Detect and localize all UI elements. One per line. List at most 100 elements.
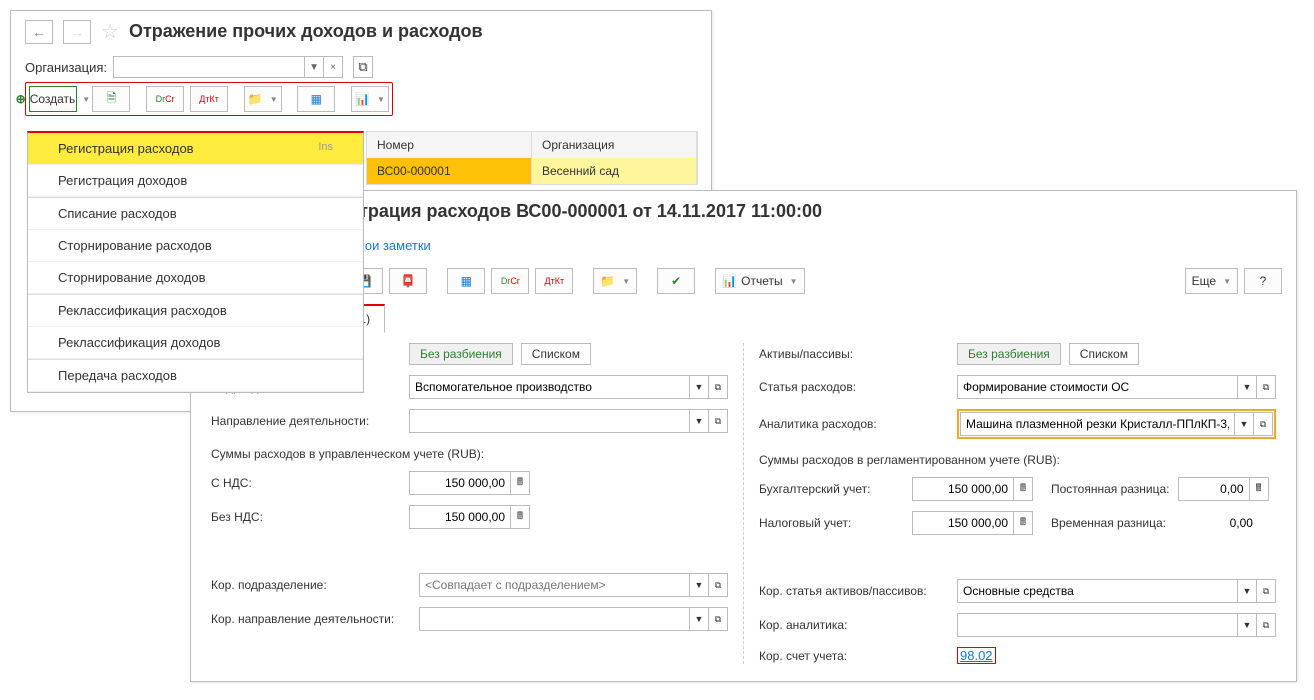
dropdown-button[interactable]: ▼ <box>1238 613 1257 637</box>
drcr-icon: DrCr <box>156 94 175 104</box>
dtkt2-button[interactable]: ДтКт <box>190 86 228 112</box>
dropdown-button[interactable]: ▼ <box>1238 375 1257 399</box>
basedon-button[interactable]: 📁▼ <box>593 268 637 294</box>
chart-icon: 📊 <box>355 92 370 106</box>
folder-icon: 📁 <box>248 92 263 106</box>
pdiff-label: Постоянная разница: <box>1051 482 1170 496</box>
open-button[interactable]: ⧉ <box>1254 412 1273 436</box>
open-button[interactable]: ⧉ <box>709 573 728 597</box>
table-row[interactable]: ВС00-000001 Весенний сад <box>367 158 697 184</box>
nav-forward-button[interactable]: → <box>63 20 91 44</box>
open-button[interactable]: ⧉ <box>1257 375 1276 399</box>
dept-input[interactable] <box>409 375 690 399</box>
tdiff-input[interactable] <box>1174 512 1258 534</box>
anal-input[interactable] <box>960 412 1235 436</box>
tax-input[interactable] <box>912 511 1014 535</box>
dtkt1-button[interactable]: DrCr <box>146 86 184 112</box>
menu-item-reg-expense[interactable]: Регистрация расходовIns <box>28 133 363 165</box>
struct-button[interactable]: ▦ <box>297 86 335 112</box>
menu-item-reg-income[interactable]: Регистрация доходов <box>28 165 363 197</box>
sums-header: Суммы расходов в управленческом учете (R… <box>211 447 728 461</box>
calc-button[interactable]: 🖩 <box>1014 511 1033 535</box>
item-label: Статья расходов: <box>759 380 949 394</box>
toggle-list[interactable]: Списком <box>1069 343 1139 365</box>
chevron-down-icon: ▼ <box>82 95 90 104</box>
dtkt-icon: ДтКт <box>545 276 565 286</box>
struct-button[interactable]: ▦ <box>447 268 485 294</box>
list-toolbar: ⊕ Создать ▼ 🗎 DrCr ДтКт 📁▼ ▦ 📊▼ <box>25 82 393 116</box>
dropdown-button[interactable]: ▼ <box>690 573 709 597</box>
acc-input[interactable] <box>912 477 1014 501</box>
toggle-nobreak[interactable]: Без разбиения <box>409 343 513 365</box>
attach-button[interactable]: 📁▼ <box>244 86 282 112</box>
calc-button[interactable]: 🖩 <box>1250 477 1269 501</box>
open-button[interactable]: ⧉ <box>709 375 728 399</box>
print-button[interactable]: 📊▼ <box>351 86 389 112</box>
coracc-label: Кор. счет учета: <box>759 649 949 663</box>
calc-button[interactable]: 🖩 <box>511 471 530 495</box>
dropdown-button[interactable]: ▼ <box>1235 412 1254 436</box>
drcr-icon: DrCr <box>501 276 520 286</box>
menu-item-transfer[interactable]: Передача расходов <box>28 360 363 392</box>
toggle-nobreak[interactable]: Без разбиения <box>957 343 1061 365</box>
plus-icon: ⊕ <box>16 92 26 106</box>
menu-item-storno-exp[interactable]: Сторнирование расходов <box>28 230 363 262</box>
col-number[interactable]: Номер <box>367 132 532 158</box>
calc-button[interactable]: 🖩 <box>511 505 530 529</box>
open-button[interactable]: ⧉ <box>1257 613 1276 637</box>
folder-icon: 📁 <box>600 274 615 288</box>
org-open-button[interactable]: ⧉ <box>353 56 373 78</box>
menu-item-storno-inc[interactable]: Сторнирование доходов <box>28 262 363 294</box>
cordir-input[interactable] <box>419 607 690 631</box>
org-clear-button[interactable]: × <box>324 56 343 78</box>
col-org[interactable]: Организация <box>532 132 697 158</box>
right-column: Активы/пассивы: Без разбиения Списком Ст… <box>759 343 1276 664</box>
cordept-input[interactable] <box>419 573 690 597</box>
help-button[interactable]: ? <box>1244 268 1282 294</box>
menu-item-writeoff[interactable]: Списание расходов <box>28 198 363 230</box>
dropdown-button[interactable]: ▼ <box>690 607 709 631</box>
drcr-button[interactable]: DrCr <box>491 268 529 294</box>
dropdown-button[interactable]: ▼ <box>1238 579 1257 603</box>
withvat-input[interactable] <box>409 471 511 495</box>
novat-input[interactable] <box>409 505 511 529</box>
tax-label: Налоговый учет: <box>759 516 904 530</box>
calc-button[interactable]: 🖩 <box>1014 477 1033 501</box>
coritem-input[interactable] <box>957 579 1238 603</box>
open-button[interactable]: ⧉ <box>1257 579 1276 603</box>
menu-item-reclass-inc[interactable]: Реклассификация доходов <box>28 327 363 359</box>
create-button[interactable]: ⊕ Создать ▼ <box>29 86 77 112</box>
check-icon: ✔ <box>671 274 681 288</box>
list-icon: ▦ <box>311 92 322 106</box>
org-label: Организация: <box>25 60 107 75</box>
coracc-link[interactable]: 98.02 <box>960 648 993 663</box>
grid-header: Номер Организация <box>367 132 697 158</box>
window-title: Регистрация расходов ВС00-000001 от 14.1… <box>309 201 822 222</box>
dtkt-button[interactable]: ДтКт <box>535 268 573 294</box>
dropdown-button[interactable]: ▼ <box>690 375 709 399</box>
nav-back-button[interactable]: ← <box>25 20 53 44</box>
post-button[interactable]: 📮 <box>389 268 427 294</box>
open-button[interactable]: ⧉ <box>709 607 728 631</box>
dropdown-button[interactable]: ▼ <box>690 409 709 433</box>
dir-input[interactable] <box>409 409 690 433</box>
coranal-input[interactable] <box>957 613 1238 637</box>
copy-icon: 🗎 <box>107 89 117 110</box>
pdiff-input[interactable] <box>1178 477 1250 501</box>
cordept-label: Кор. подразделение: <box>211 578 411 592</box>
open-button[interactable]: ⧉ <box>709 409 728 433</box>
divider <box>743 343 744 664</box>
item-input[interactable] <box>957 375 1238 399</box>
favorite-icon[interactable]: ☆ <box>101 19 119 44</box>
copy-button[interactable]: 🗎 <box>92 86 130 112</box>
toggle-list[interactable]: Списком <box>521 343 591 365</box>
check-button[interactable]: ✔ <box>657 268 695 294</box>
reports-button[interactable]: 📊Отчеты▼ <box>715 268 804 294</box>
window-title: Отражение прочих доходов и расходов <box>129 21 483 42</box>
org-input[interactable] <box>113 56 305 78</box>
tdiff-label: Временная разница: <box>1051 516 1166 530</box>
list-icon: ▦ <box>461 274 472 288</box>
menu-item-reclass-exp[interactable]: Реклассификация расходов <box>28 295 363 327</box>
more-button[interactable]: Еще▼ <box>1185 268 1238 294</box>
org-dropdown-button[interactable]: ▼ <box>305 56 324 78</box>
